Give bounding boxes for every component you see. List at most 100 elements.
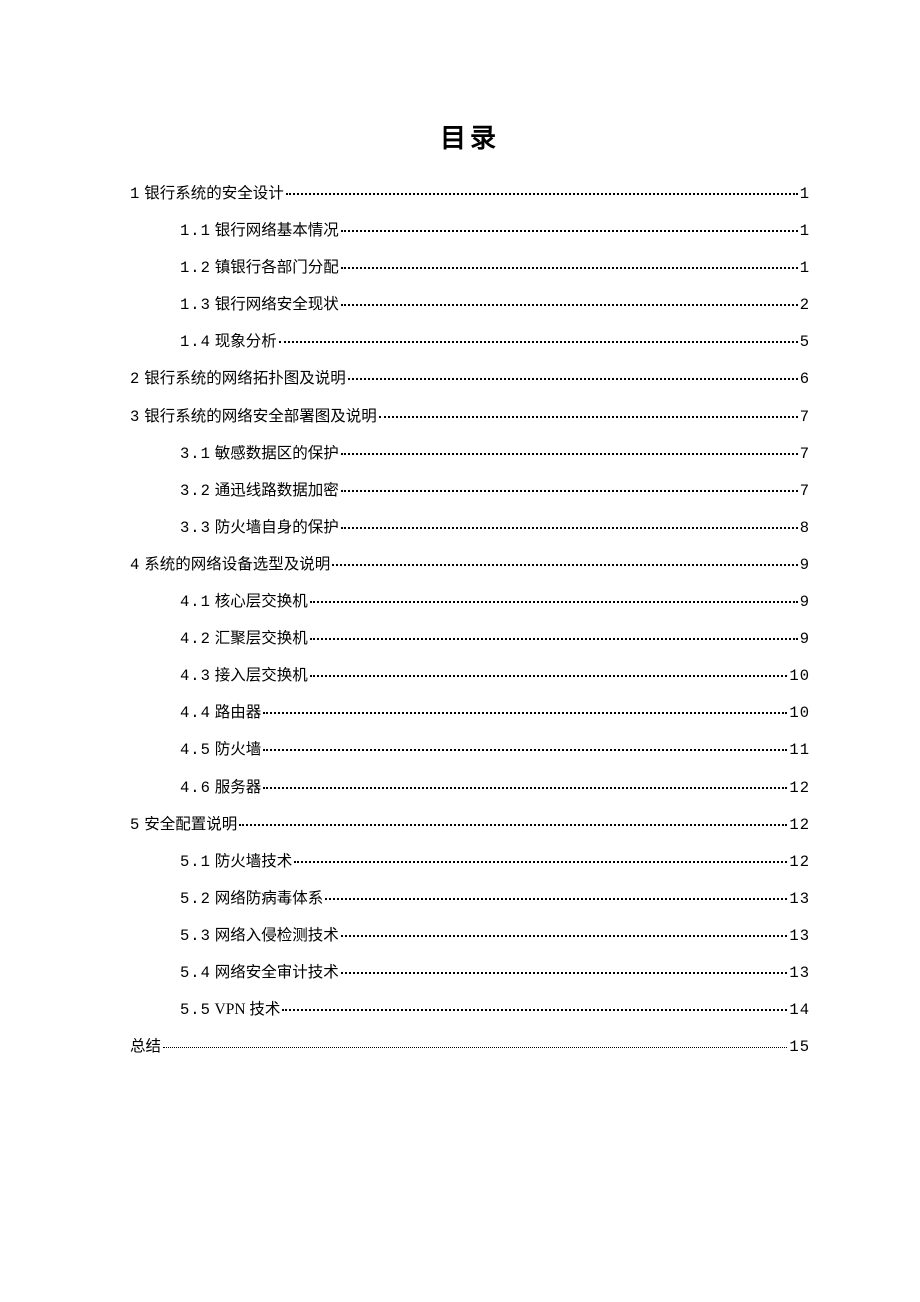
document-page: 目录 1 银行系统的安全设计 11.1 银行网络基本情况 11.2 镇银行各部门…	[0, 0, 920, 1302]
toc-entry: 5.4 网络安全审计技术 13	[130, 964, 810, 983]
toc-entry-page: 10	[789, 704, 810, 723]
toc-entry-title: 汇聚层交换机	[215, 630, 308, 647]
toc-entry-page: 12	[789, 853, 810, 872]
toc-leader-dots	[341, 266, 798, 269]
toc-entry-number: 2	[130, 370, 140, 388]
toc-entry-title: 镇银行各部门分配	[215, 259, 339, 276]
toc-entry-title: 服务器	[215, 779, 262, 796]
toc-entry-title: 银行网络安全现状	[215, 296, 339, 313]
toc-entry-number: 4.6	[180, 779, 211, 797]
toc-entry-label: 5 安全配置说明	[130, 816, 237, 835]
toc-entry-label: 1.3 银行网络安全现状	[180, 296, 339, 315]
toc-leader-dots	[163, 1046, 787, 1048]
toc-entry-page: 12	[789, 816, 810, 835]
toc-entry-page: 12	[789, 779, 810, 798]
toc-entry: 4.5 防火墙 11	[130, 741, 810, 760]
toc-entry-number: 5.2	[180, 890, 211, 908]
toc-entry-label: 1.4 现象分析	[180, 333, 277, 352]
toc-leader-dots	[341, 526, 798, 529]
toc-entry-label: 4.4 路由器	[180, 704, 261, 723]
toc-leader-dots	[282, 1008, 787, 1011]
toc-entry-number: 5	[130, 816, 140, 834]
toc-entry-page: 1	[800, 222, 810, 241]
toc-leader-dots	[348, 377, 798, 380]
toc-entry-label: 3.2 通迅线路数据加密	[180, 482, 339, 501]
toc-entry: 5.3 网络入侵检测技术 13	[130, 927, 810, 946]
toc-entry-page: 9	[800, 556, 810, 575]
toc-entry: 4 系统的网络设备选型及说明 9	[130, 556, 810, 575]
toc-leader-dots	[341, 971, 788, 974]
toc-entry-page: 15	[789, 1038, 810, 1057]
toc-entry-label: 总结	[130, 1038, 161, 1057]
toc-entry-label: 4.2 汇聚层交换机	[180, 630, 308, 649]
toc-entry-label: 5.2 网络防病毒体系	[180, 890, 323, 909]
toc-entry-number: 5.1	[180, 853, 211, 871]
toc-entry-title: 防火墙技术	[215, 853, 293, 870]
toc-entry: 4.2 汇聚层交换机 9	[130, 630, 810, 649]
toc-entry-label: 1 银行系统的安全设计	[130, 185, 284, 204]
toc-entry-number: 1	[130, 185, 140, 203]
toc-entry-page: 7	[800, 445, 810, 464]
toc-entry-title: 网络防病毒体系	[215, 890, 324, 907]
toc-entry-label: 4.1 核心层交换机	[180, 593, 308, 612]
toc-entry-label: 3.3 防火墙自身的保护	[180, 519, 339, 538]
toc-entry-number: 4.5	[180, 741, 211, 759]
toc-entry-label: 5.1 防火墙技术	[180, 853, 292, 872]
toc-entry-label: 5.3 网络入侵检测技术	[180, 927, 339, 946]
toc-entry-title: 总结	[130, 1038, 161, 1055]
toc-entry-number: 3.2	[180, 482, 211, 500]
toc-entry-title: 现象分析	[215, 333, 277, 350]
toc-entry-page: 13	[789, 964, 810, 983]
toc-entry-page: 7	[800, 408, 810, 427]
toc-entry: 3.2 通迅线路数据加密 7	[130, 482, 810, 501]
toc-entry-page: 13	[789, 927, 810, 946]
toc-leader-dots	[310, 637, 798, 640]
toc-entry: 5 安全配置说明 12	[130, 816, 810, 835]
toc-entry-label: 3 银行系统的网络安全部署图及说明	[130, 408, 377, 427]
toc-entry-page: 11	[789, 741, 810, 760]
toc-entry-page: 1	[800, 185, 810, 204]
toc-entry-title: 防火墙	[215, 741, 262, 758]
toc-entry: 1.4 现象分析 5	[130, 333, 810, 352]
toc-entry-number: 1.4	[180, 333, 211, 351]
toc-entry-number: 4.3	[180, 667, 211, 685]
toc-entry-number: 4	[130, 556, 140, 574]
toc-leader-dots	[332, 563, 797, 566]
toc-leader-dots	[341, 489, 798, 492]
toc-entry-label: 1.1 银行网络基本情况	[180, 222, 339, 241]
toc-entry: 1.3 银行网络安全现状 2	[130, 296, 810, 315]
toc-entry-title: 敏感数据区的保护	[215, 445, 339, 462]
toc-title: 目录	[130, 118, 810, 155]
toc-leader-dots	[341, 303, 798, 306]
toc-entry-title: 接入层交换机	[215, 667, 308, 684]
toc-entry-title: 通迅线路数据加密	[215, 482, 339, 499]
table-of-contents: 1 银行系统的安全设计 11.1 银行网络基本情况 11.2 镇银行各部门分配 …	[130, 185, 810, 1057]
toc-entry: 5.2 网络防病毒体系 13	[130, 890, 810, 909]
toc-entry-title: 系统的网络设备选型及说明	[144, 556, 330, 573]
toc-entry-number: 3	[130, 408, 140, 426]
toc-entry-page: 1	[800, 259, 810, 278]
toc-entry-title: 网络入侵检测技术	[215, 927, 339, 944]
toc-entry-number: 5.5	[180, 1001, 211, 1019]
toc-entry: 4.6 服务器 12	[130, 779, 810, 798]
toc-leader-dots	[263, 711, 787, 714]
toc-entry-page: 6	[800, 370, 810, 389]
toc-entry-title: 银行系统的安全设计	[144, 185, 284, 202]
toc-entry: 3 银行系统的网络安全部署图及说明 7	[130, 408, 810, 427]
toc-entry-title: 网络安全审计技术	[215, 964, 339, 981]
toc-leader-dots	[310, 674, 788, 677]
toc-entry-title: 路由器	[215, 704, 262, 721]
toc-entry: 4.3 接入层交换机 10	[130, 667, 810, 686]
toc-entry-number: 1.2	[180, 259, 211, 277]
toc-entry-number: 1.3	[180, 296, 211, 314]
toc-entry: 总结 15	[130, 1038, 810, 1057]
toc-entry-page: 14	[789, 1001, 810, 1020]
toc-leader-dots	[325, 897, 787, 900]
toc-entry-page: 13	[789, 890, 810, 909]
toc-entry: 3.3 防火墙自身的保护 8	[130, 519, 810, 538]
toc-entry-page: 9	[800, 593, 810, 612]
toc-entry-label: 4.3 接入层交换机	[180, 667, 308, 686]
toc-entry: 1.1 银行网络基本情况 1	[130, 222, 810, 241]
toc-entry-page: 8	[800, 519, 810, 538]
toc-entry-title: 银行系统的网络安全部署图及说明	[144, 408, 377, 425]
